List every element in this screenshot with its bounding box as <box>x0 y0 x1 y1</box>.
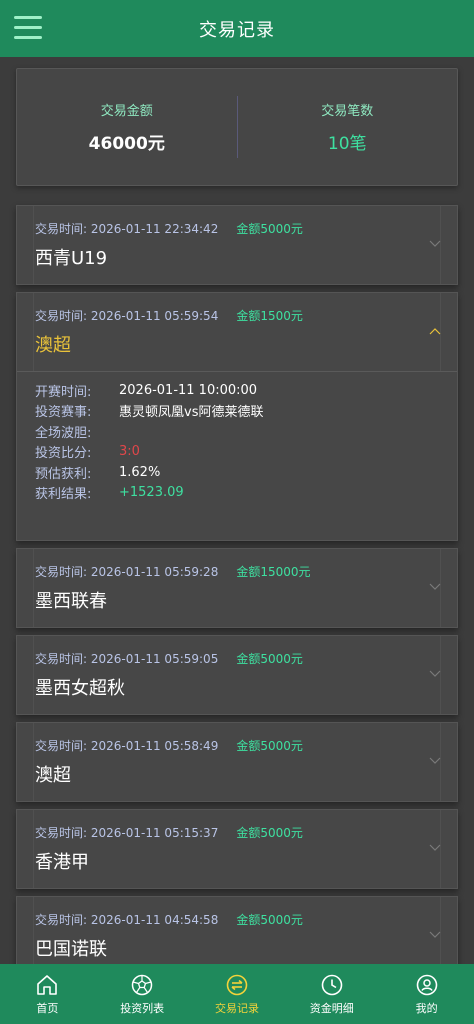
record-meta: 交易时间: 2026-01-11 05:59:54 金额1500元 <box>35 309 303 323</box>
count-value: 10笔 <box>327 134 367 154</box>
record-league: 墨西女超秋 <box>35 678 125 699</box>
record-card[interactable]: 交易时间: 2026-01-11 05:15:37 金额5000元 香港甲 <box>16 809 458 889</box>
record-card-expanded[interactable]: 交易时间: 2026-01-11 05:59:54 金额1500元 澳超 开赛时间… <box>16 292 458 541</box>
record-meta: 交易时间: 2026-01-11 05:59:05 金额5000元 <box>35 652 303 666</box>
record-league: 墨西联春 <box>35 591 107 612</box>
record-time: 2026-01-11 05:59:54 <box>90 309 219 323</box>
chevron-down-icon[interactable] <box>429 842 441 854</box>
page-title: 交易记录 <box>199 19 275 41</box>
record-amount: 金额5000元 <box>236 913 303 927</box>
tab-home[interactable]: 首页 <box>0 964 95 1024</box>
chevron-down-icon[interactable] <box>429 668 441 680</box>
amount-value: 46000元 <box>88 134 165 154</box>
detail-match: 投资赛事: 惠灵顿凤凰vs阿德莱德联 <box>35 405 264 421</box>
record-time: 2026-01-11 05:58:49 <box>90 739 219 753</box>
chevron-down-icon[interactable] <box>429 755 441 767</box>
record-meta: 交易时间: 2026-01-11 05:58:49 金额5000元 <box>35 739 303 753</box>
detail-result: 获利结果: +1523.09 <box>35 485 184 503</box>
record-card[interactable]: 交易时间: 2026-01-11 05:59:05 金额5000元 墨西女超秋 <box>16 635 458 715</box>
record-amount: 金额5000元 <box>236 826 303 840</box>
chevron-down-icon[interactable] <box>429 929 441 941</box>
amount-label: 交易金额 <box>100 104 153 119</box>
record-meta: 交易时间: 2026-01-11 04:54:58 金额5000元 <box>35 913 303 927</box>
exchange-icon <box>226 974 248 995</box>
chevron-down-icon[interactable] <box>429 581 441 593</box>
record-league: 澳超 <box>35 335 71 356</box>
record-time: 2026-01-11 04:54:58 <box>90 913 219 927</box>
tab-mine[interactable]: 我的 <box>379 964 474 1024</box>
record-amount: 金额1500元 <box>236 309 303 323</box>
record-meta: 交易时间: 2026-01-11 05:59:28 金额15000元 <box>35 565 311 579</box>
record-time: 2026-01-11 22:34:42 <box>90 222 219 236</box>
tab-funds[interactable]: 资金明细 <box>284 964 379 1024</box>
clock-icon <box>321 974 343 995</box>
bottom-tab-bar: 首页 投资列表 交易记录 资金明细 我的 <box>0 964 474 1024</box>
amount-summary: 交易金额 46000元 <box>17 100 237 154</box>
record-meta: 交易时间: 2026-01-11 05:15:37 金额5000元 <box>35 826 303 840</box>
record-amount: 金额5000元 <box>236 652 303 666</box>
home-icon <box>37 974 58 995</box>
tab-invest-list[interactable]: 投资列表 <box>95 964 190 1024</box>
chevron-down-icon[interactable] <box>429 238 441 250</box>
summary-card: 交易金额 46000元 交易笔数 10笔 <box>16 68 458 186</box>
tab-transactions[interactable]: 交易记录 <box>190 964 285 1024</box>
record-time: 2026-01-11 05:59:28 <box>90 565 219 579</box>
record-card[interactable]: 交易时间: 2026-01-11 05:58:49 金额5000元 澳超 <box>16 722 458 802</box>
record-league: 巴国诺联 <box>35 939 107 960</box>
record-meta: 交易时间: 2026-01-11 22:34:42 金额5000元 <box>35 222 303 236</box>
record-list: 交易时间: 2026-01-11 22:34:42 金额5000元 西青U19 交… <box>16 205 458 983</box>
record-league: 西青U19 <box>35 248 108 269</box>
detail-start-time: 开赛时间: 2026-01-11 10:00:00 <box>35 382 258 400</box>
record-card[interactable]: 交易时间: 2026-01-11 22:34:42 金额5000元 西青U19 <box>16 205 458 285</box>
menu-icon[interactable] <box>14 16 42 40</box>
record-league: 澳超 <box>35 765 71 786</box>
chevron-up-icon[interactable] <box>429 325 441 337</box>
record-amount: 金额15000元 <box>236 565 311 579</box>
record-time: 2026-01-11 05:59:05 <box>90 652 219 666</box>
record-details: 开赛时间: 2026-01-11 10:00:00 投资赛事: 惠灵顿凤凰vs阿德莱… <box>17 372 457 503</box>
record-league: 香港甲 <box>35 852 89 873</box>
record-amount: 金额5000元 <box>236 739 303 753</box>
detail-full-score: 全场波胆: <box>35 425 92 441</box>
top-bar: 交易记录 <box>0 0 474 57</box>
count-summary: 交易笔数 10笔 <box>238 100 458 154</box>
user-icon <box>416 974 437 995</box>
detail-score: 投资比分: 3:0 <box>35 444 140 462</box>
record-time: 2026-01-11 05:15:37 <box>90 826 219 840</box>
record-amount: 金额5000元 <box>236 222 303 236</box>
record-card-header[interactable]: 交易时间: 2026-01-11 05:59:54 金额1500元 澳超 <box>17 293 457 372</box>
detail-profit-rate: 预估获利: 1.62% <box>35 464 161 482</box>
record-card[interactable]: 交易时间: 2026-01-11 05:59:28 金额15000元 墨西联春 <box>16 548 458 628</box>
count-label: 交易笔数 <box>321 104 374 119</box>
soccer-ball-icon <box>131 974 153 995</box>
